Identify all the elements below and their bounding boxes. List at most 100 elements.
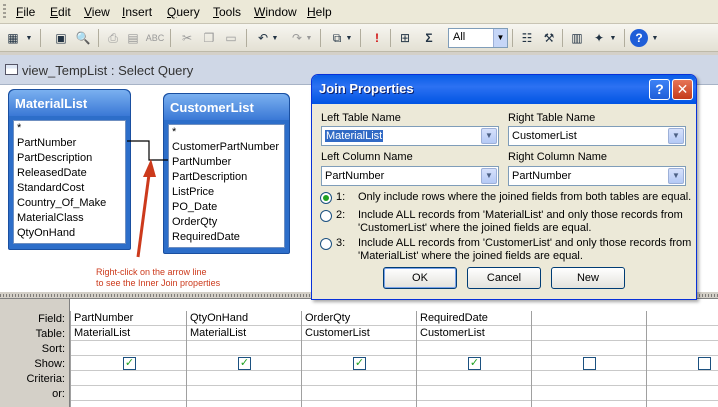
redo-dropdown-icon[interactable]: ▼ xyxy=(304,29,314,47)
show-checkbox[interactable] xyxy=(698,357,711,370)
grid-column: RequiredDate CustomerList ✓ xyxy=(416,311,531,407)
left-column-value: PartNumber xyxy=(325,170,385,182)
join-option-3-text[interactable]: Include ALL records from 'CustomerList' … xyxy=(358,237,691,263)
show-checkbox[interactable]: ✓ xyxy=(238,357,251,370)
grid-field-cell[interactable]: QtyOnHand xyxy=(187,311,301,326)
new-button[interactable]: New xyxy=(551,267,625,289)
ok-button[interactable]: OK xyxy=(383,267,457,289)
copy-icon[interactable]: ❐ xyxy=(200,29,218,47)
query-type-dropdown-icon[interactable]: ▼ xyxy=(344,29,354,47)
grid-sort-cell[interactable] xyxy=(302,341,416,356)
show-checkbox[interactable] xyxy=(583,357,596,370)
grid-criteria-cell[interactable] xyxy=(647,371,718,386)
database-window-icon[interactable]: ▥ xyxy=(568,29,586,47)
grid-or-cell[interactable] xyxy=(647,386,718,401)
grid-criteria-cell[interactable] xyxy=(71,371,186,386)
grid-or-cell[interactable] xyxy=(71,386,186,401)
grid-field-cell[interactable]: RequiredDate xyxy=(417,311,531,326)
print-preview-icon[interactable]: ▤ xyxy=(124,29,142,47)
chevron-down-icon[interactable]: ▼ xyxy=(493,29,507,47)
row-label-or: or: xyxy=(52,388,65,400)
grid-field-cell[interactable] xyxy=(532,311,646,326)
toolbar-options-icon[interactable]: ▼ xyxy=(650,29,660,47)
totals-icon[interactable]: Σ xyxy=(420,29,438,47)
join-option-1-radio[interactable] xyxy=(320,192,332,204)
chevron-down-icon[interactable]: ▼ xyxy=(481,128,497,144)
grid-sort-cell[interactable] xyxy=(187,341,301,356)
show-table-icon[interactable]: ⊞ xyxy=(396,29,414,47)
new-object-dropdown-icon[interactable]: ▼ xyxy=(608,29,618,47)
join-option-3-radio[interactable] xyxy=(320,238,332,250)
show-checkbox[interactable]: ✓ xyxy=(123,357,136,370)
join-option-2-line2: 'CustomerList' where the joined fields a… xyxy=(358,222,592,234)
builder-icon[interactable]: ⚒ xyxy=(540,29,558,47)
grid-or-cell[interactable] xyxy=(187,386,301,401)
join-option-3-number: 3: xyxy=(336,237,346,249)
grid-criteria-cell[interactable] xyxy=(417,371,531,386)
join-option-1-text[interactable]: Only include rows where the joined field… xyxy=(358,191,691,204)
close-button[interactable]: ✕ xyxy=(672,79,693,100)
save-icon[interactable]: ▣ xyxy=(52,29,70,47)
properties-icon[interactable]: ☷ xyxy=(518,29,536,47)
grid-criteria-cell[interactable] xyxy=(532,371,646,386)
new-object-icon[interactable]: ✦ xyxy=(590,29,608,47)
toolbar: ▦ ▼ ▣ 🔍 ⎙ ▤ ABC ✂ ❐ ▭ ↶ ▼ ↷ ▼ ⧉ ▼ ! ⊞ Σ … xyxy=(0,24,718,52)
help-button[interactable]: ? xyxy=(649,79,670,100)
join-option-2-text[interactable]: Include ALL records from 'MaterialList' … xyxy=(358,209,683,235)
view-icon[interactable]: ▦ xyxy=(4,29,22,47)
right-table-value: CustomerList xyxy=(512,130,577,142)
run-icon[interactable]: ! xyxy=(368,29,386,47)
grid-or-cell[interactable] xyxy=(532,386,646,401)
grid-table-cell[interactable]: CustomerList xyxy=(302,326,416,341)
grid-table-cell[interactable] xyxy=(647,326,718,341)
grid-field-cell[interactable]: PartNumber xyxy=(71,311,186,326)
grid-field-cell[interactable]: OrderQty xyxy=(302,311,416,326)
undo-dropdown-icon[interactable]: ▼ xyxy=(270,29,280,47)
file-search-icon[interactable]: 🔍 xyxy=(74,29,92,47)
grid-criteria-cell[interactable] xyxy=(187,371,301,386)
menu-window[interactable]: Window xyxy=(254,5,297,19)
grid-sort-cell[interactable] xyxy=(417,341,531,356)
top-values-combo[interactable]: All ▼ xyxy=(448,28,508,48)
right-table-combo[interactable]: CustomerList ▼ xyxy=(508,126,686,146)
grid-sort-cell[interactable] xyxy=(647,341,718,356)
join-option-3-line2: 'MaterialList' where the joined fields a… xyxy=(358,250,583,262)
grid-table-cell[interactable]: MaterialList xyxy=(187,326,301,341)
help-icon[interactable]: ? xyxy=(630,29,648,47)
menu-view[interactable]: View xyxy=(84,5,110,19)
cancel-button[interactable]: Cancel xyxy=(467,267,541,289)
left-column-combo[interactable]: PartNumber ▼ xyxy=(321,166,499,186)
grid-table-cell[interactable]: MaterialList xyxy=(71,326,186,341)
dialog-titlebar[interactable]: Join Properties ? ✕ xyxy=(312,75,696,104)
grid-or-cell[interactable] xyxy=(417,386,531,401)
grid-criteria-cell[interactable] xyxy=(302,371,416,386)
annotation-arrow xyxy=(136,166,152,258)
menu-edit[interactable]: Edit xyxy=(50,5,71,19)
join-line[interactable] xyxy=(127,140,168,161)
grid-field-cell[interactable] xyxy=(647,311,718,326)
print-icon[interactable]: ⎙ xyxy=(104,29,122,47)
grid-sort-cell[interactable] xyxy=(71,341,186,356)
dialog-title: Join Properties xyxy=(319,81,414,96)
chevron-down-icon[interactable]: ▼ xyxy=(668,128,684,144)
join-option-2-radio[interactable] xyxy=(320,210,332,222)
grid-sort-cell[interactable] xyxy=(532,341,646,356)
spelling-icon[interactable]: ABC xyxy=(146,29,165,47)
chevron-down-icon[interactable]: ▼ xyxy=(668,168,684,184)
chevron-down-icon[interactable]: ▼ xyxy=(481,168,497,184)
show-checkbox[interactable]: ✓ xyxy=(353,357,366,370)
grid-table-cell[interactable] xyxy=(532,326,646,341)
show-checkbox[interactable]: ✓ xyxy=(468,357,481,370)
menu-insert[interactable]: Insert xyxy=(122,5,152,19)
grid-or-cell[interactable] xyxy=(302,386,416,401)
grid-table-cell[interactable]: CustomerList xyxy=(417,326,531,341)
menu-query[interactable]: Query xyxy=(167,5,200,19)
menu-file[interactable]: File xyxy=(16,5,35,19)
right-column-combo[interactable]: PartNumber ▼ xyxy=(508,166,686,186)
view-dropdown-icon[interactable]: ▼ xyxy=(24,29,34,47)
paste-icon[interactable]: ▭ xyxy=(222,29,240,47)
cut-icon[interactable]: ✂ xyxy=(178,29,196,47)
left-table-combo[interactable]: MaterialList ▼ xyxy=(321,126,499,146)
menu-help[interactable]: Help xyxy=(307,5,332,19)
menu-tools[interactable]: Tools xyxy=(213,5,241,19)
